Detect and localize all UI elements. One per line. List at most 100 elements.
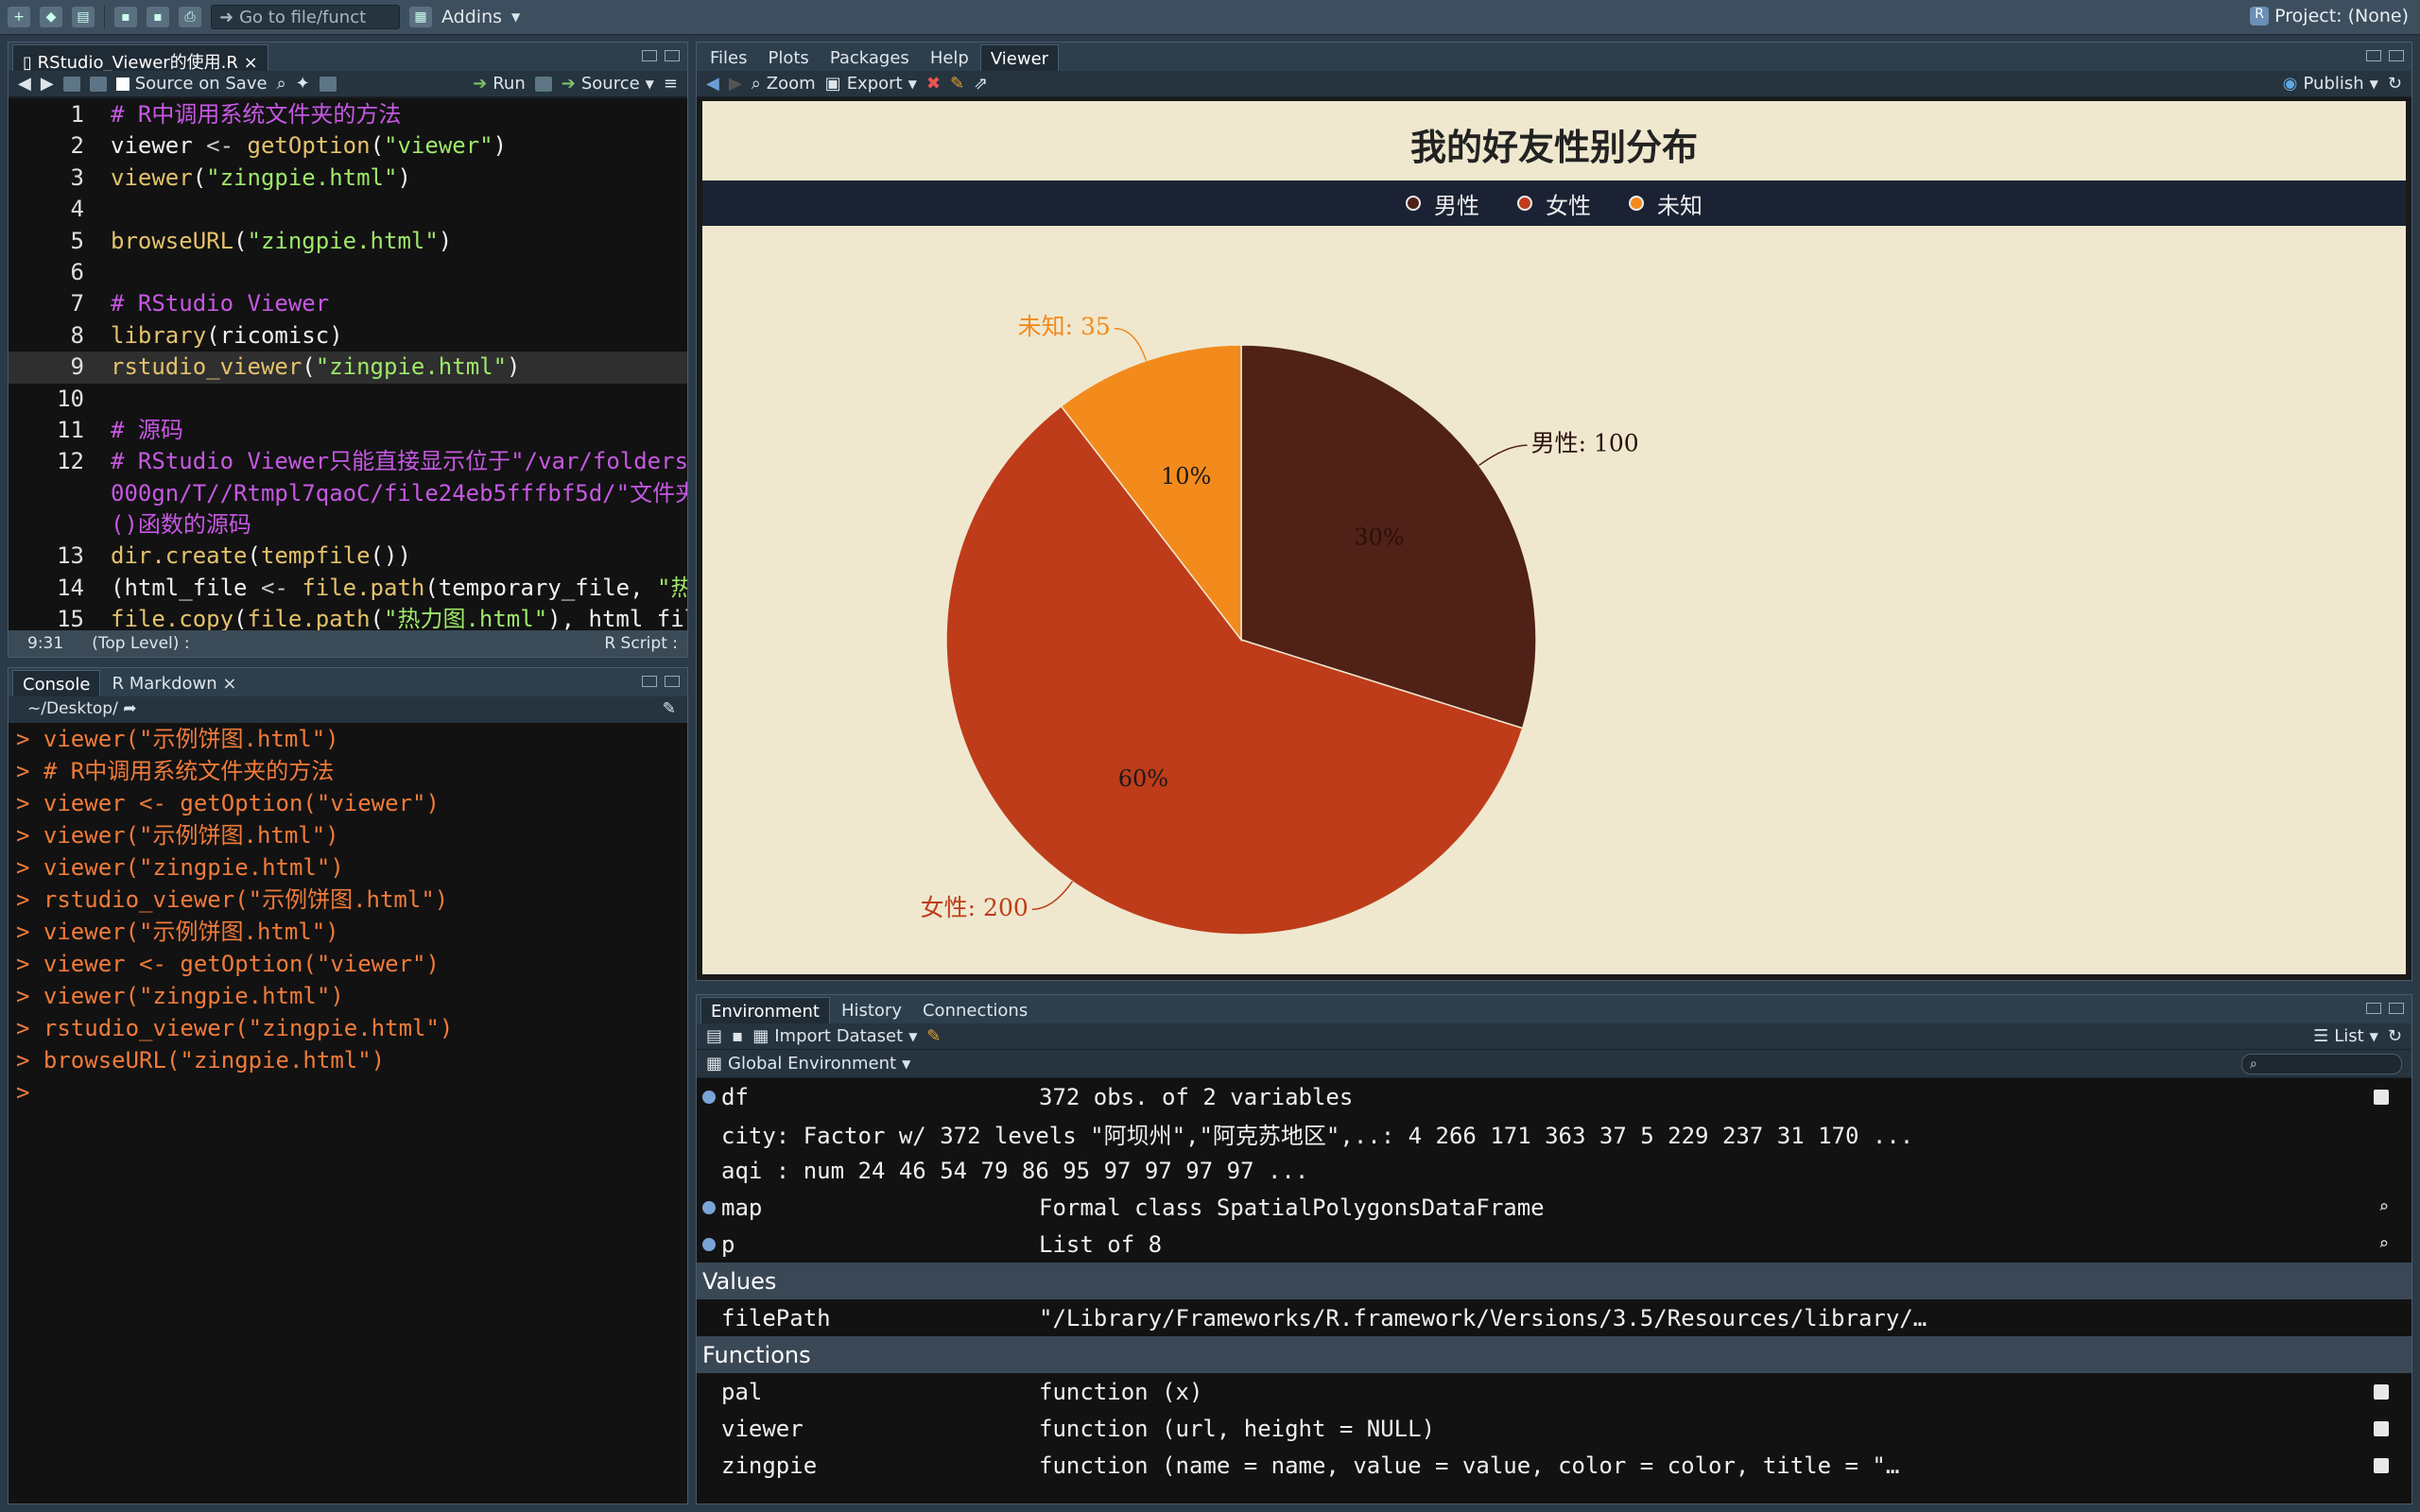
search-icon[interactable]: ⌕ <box>2378 1234 2389 1254</box>
save-icon[interactable] <box>89 76 107 92</box>
back-arrow-icon[interactable]: ◀ <box>706 74 719 94</box>
view-data-icon[interactable] <box>2374 1089 2389 1105</box>
code-line[interactable]: 7 # RStudio Viewer <box>9 288 687 319</box>
minimize-icon[interactable] <box>642 50 657 61</box>
show-in-window-icon[interactable] <box>62 76 80 92</box>
scope-selector[interactable]: (Top Level) : <box>92 634 189 653</box>
code-line[interactable]: 9 rstudio_viewer("zingpie.html") <box>9 352 687 384</box>
back-arrow-icon[interactable]: ◀ <box>18 74 31 94</box>
expand-icon[interactable] <box>702 1200 716 1214</box>
refresh-icon[interactable]: ↻ <box>2388 1026 2402 1046</box>
view-data-icon[interactable] <box>2374 1383 2389 1400</box>
forward-arrow-icon[interactable]: ▶ <box>41 74 54 94</box>
console-output[interactable]: > viewer("示例饼图.html") > # R中调用系统文件夹的方法 > v… <box>9 723 687 1503</box>
tab-packages[interactable]: Packages <box>820 44 919 71</box>
tab-r-markdown[interactable]: R Markdown × <box>102 670 247 696</box>
env-var-row[interactable]: pal function (x) <box>697 1373 2411 1410</box>
view-data-icon[interactable] <box>2374 1457 2389 1473</box>
env-var-row[interactable]: zingpie function (name = name, value = va… <box>697 1447 2411 1484</box>
minimize-icon[interactable] <box>2366 1003 2381 1014</box>
clear-all-icon[interactable]: ✎ <box>950 74 964 94</box>
tab-files[interactable]: Files <box>700 44 757 71</box>
r-file-icon: ▯ <box>23 53 38 73</box>
addins-menu[interactable]: Addins <box>441 7 502 27</box>
tab-environment[interactable]: Environment <box>700 997 830 1023</box>
open-in-browser-icon[interactable]: ⇗ <box>974 74 988 94</box>
tab-history[interactable]: History <box>831 997 911 1023</box>
code-line[interactable]: 10 <box>9 384 687 415</box>
source-on-save-checkbox[interactable]: Source on Save <box>115 74 268 94</box>
code-text: viewer("zingpie.html") <box>111 163 411 191</box>
env-var-row[interactable]: p List of 8 ⌕ <box>697 1226 2411 1263</box>
code-line[interactable]: 8 library(ricomisc) <box>9 320 687 352</box>
tab-viewer[interactable]: Viewer <box>979 44 1060 71</box>
print-icon[interactable]: ⎙ <box>179 7 201 27</box>
code-line[interactable]: 1 # R中调用系统文件夹的方法 <box>9 99 687 130</box>
search-icon[interactable]: ⌕ <box>2378 1197 2389 1217</box>
code-line[interactable]: 12 # RStudio Viewer只能直接显示位于"/var/folders/… <box>9 446 687 477</box>
code-line[interactable]: 11 # 源码 <box>9 415 687 446</box>
remove-viewer-icon[interactable]: ✖ <box>926 74 941 94</box>
refresh-icon[interactable]: ↻ <box>2388 74 2402 94</box>
tab-console[interactable]: Console <box>12 670 101 696</box>
go-to-file-input[interactable]: ➜ Go to file/funct <box>211 5 400 29</box>
clear-console-icon[interactable]: ✎ <box>663 699 676 718</box>
code-editor[interactable]: 1 # R中调用系统文件夹的方法 2 viewer <- getOption("vie… <box>9 99 687 657</box>
tab-plots[interactable]: Plots <box>758 44 819 71</box>
save-workspace-icon[interactable]: ▪ <box>732 1026 743 1046</box>
env-var-row[interactable]: viewer function (url, height = NULL) <box>697 1410 2411 1447</box>
outline-icon[interactable]: ≡ <box>664 74 678 94</box>
list-view-selector[interactable]: ☰ List ▼ <box>2313 1026 2378 1046</box>
clear-workspace-icon[interactable]: ✎ <box>926 1026 941 1046</box>
project-menu[interactable]: R Project: (None) <box>2250 6 2409 26</box>
close-icon[interactable]: × <box>244 53 258 73</box>
new-file-icon[interactable]: + <box>8 7 30 27</box>
forward-arrow-icon[interactable]: ▶ <box>729 74 742 94</box>
go-to-dir-icon[interactable]: ➦ <box>123 699 136 718</box>
search-icon[interactable]: ⌕ <box>277 74 286 94</box>
save-icon[interactable]: ▪ <box>114 7 137 27</box>
global-environment-selector[interactable]: ▦ Global Environment ▼ <box>706 1054 910 1074</box>
code-line[interactable]: 000gn/T//Rtmpl7qaoC/file24eb5fffbf5d/"文件… <box>9 478 687 509</box>
zoom-button[interactable]: ⌕ Zoom <box>752 74 816 94</box>
maximize-icon[interactable] <box>2389 50 2404 61</box>
source-button[interactable]: ➔ Source ▼ <box>562 74 654 94</box>
minimize-icon[interactable] <box>642 676 657 687</box>
close-icon[interactable]: × <box>222 674 236 694</box>
env-var-row[interactable]: map Formal class SpatialPolygonsDataFrame… <box>697 1189 2411 1226</box>
maximize-icon[interactable] <box>665 676 680 687</box>
code-line[interactable]: 3 viewer("zingpie.html") <box>9 163 687 194</box>
file-type-selector[interactable]: R Script : <box>604 634 678 653</box>
maximize-icon[interactable] <box>2389 1003 2404 1014</box>
code-line[interactable]: ()函数的源码 <box>9 509 687 541</box>
code-line[interactable]: 5 browseURL("zingpie.html") <box>9 226 687 257</box>
save-all-icon[interactable]: ▪ <box>147 7 169 27</box>
load-workspace-icon[interactable]: ▤ <box>706 1026 722 1046</box>
tab-connections[interactable]: Connections <box>912 997 1038 1023</box>
publish-button[interactable]: ◉ Publish ▼ <box>2283 74 2378 94</box>
run-button[interactable]: ➔ Run <box>473 74 526 94</box>
code-line[interactable]: 4 <box>9 194 687 225</box>
env-var-row[interactable]: df 372 obs. of 2 variables <box>697 1078 2411 1115</box>
code-line[interactable]: 13 dir.create(tempfile()) <box>9 541 687 572</box>
code-line[interactable]: 6 <box>9 257 687 288</box>
tab-help[interactable]: Help <box>920 44 978 71</box>
grid-layout-icon[interactable]: ▦ <box>409 7 432 27</box>
new-project-icon[interactable]: ◆ <box>40 7 62 27</box>
env-search-input[interactable]: ⌕ <box>2241 1053 2402 1074</box>
export-button[interactable]: ▣ Export ▼ <box>825 74 917 94</box>
open-file-icon[interactable]: ▤ <box>72 7 95 27</box>
import-dataset-button[interactable]: ▦ Import Dataset ▼ <box>752 1026 917 1046</box>
wand-icon[interactable]: ✦ <box>296 74 310 94</box>
maximize-icon[interactable] <box>665 50 680 61</box>
code-line[interactable]: 2 viewer <- getOption("viewer") <box>9 130 687 162</box>
minimize-icon[interactable] <box>2366 50 2381 61</box>
env-var-row[interactable]: filePath "/Library/Frameworks/R.framework… <box>697 1299 2411 1336</box>
expand-icon[interactable] <box>702 1237 716 1251</box>
expand-icon[interactable] <box>702 1090 716 1104</box>
tab-editor-file[interactable]: ▯ RStudio_Viewer的使用.R × <box>12 44 268 73</box>
rerun-icon[interactable] <box>534 76 552 92</box>
view-data-icon[interactable] <box>2374 1420 2389 1436</box>
compile-report-icon[interactable] <box>319 76 337 92</box>
code-line[interactable]: 14 (html_file <- file.path(temporary_file… <box>9 573 687 604</box>
